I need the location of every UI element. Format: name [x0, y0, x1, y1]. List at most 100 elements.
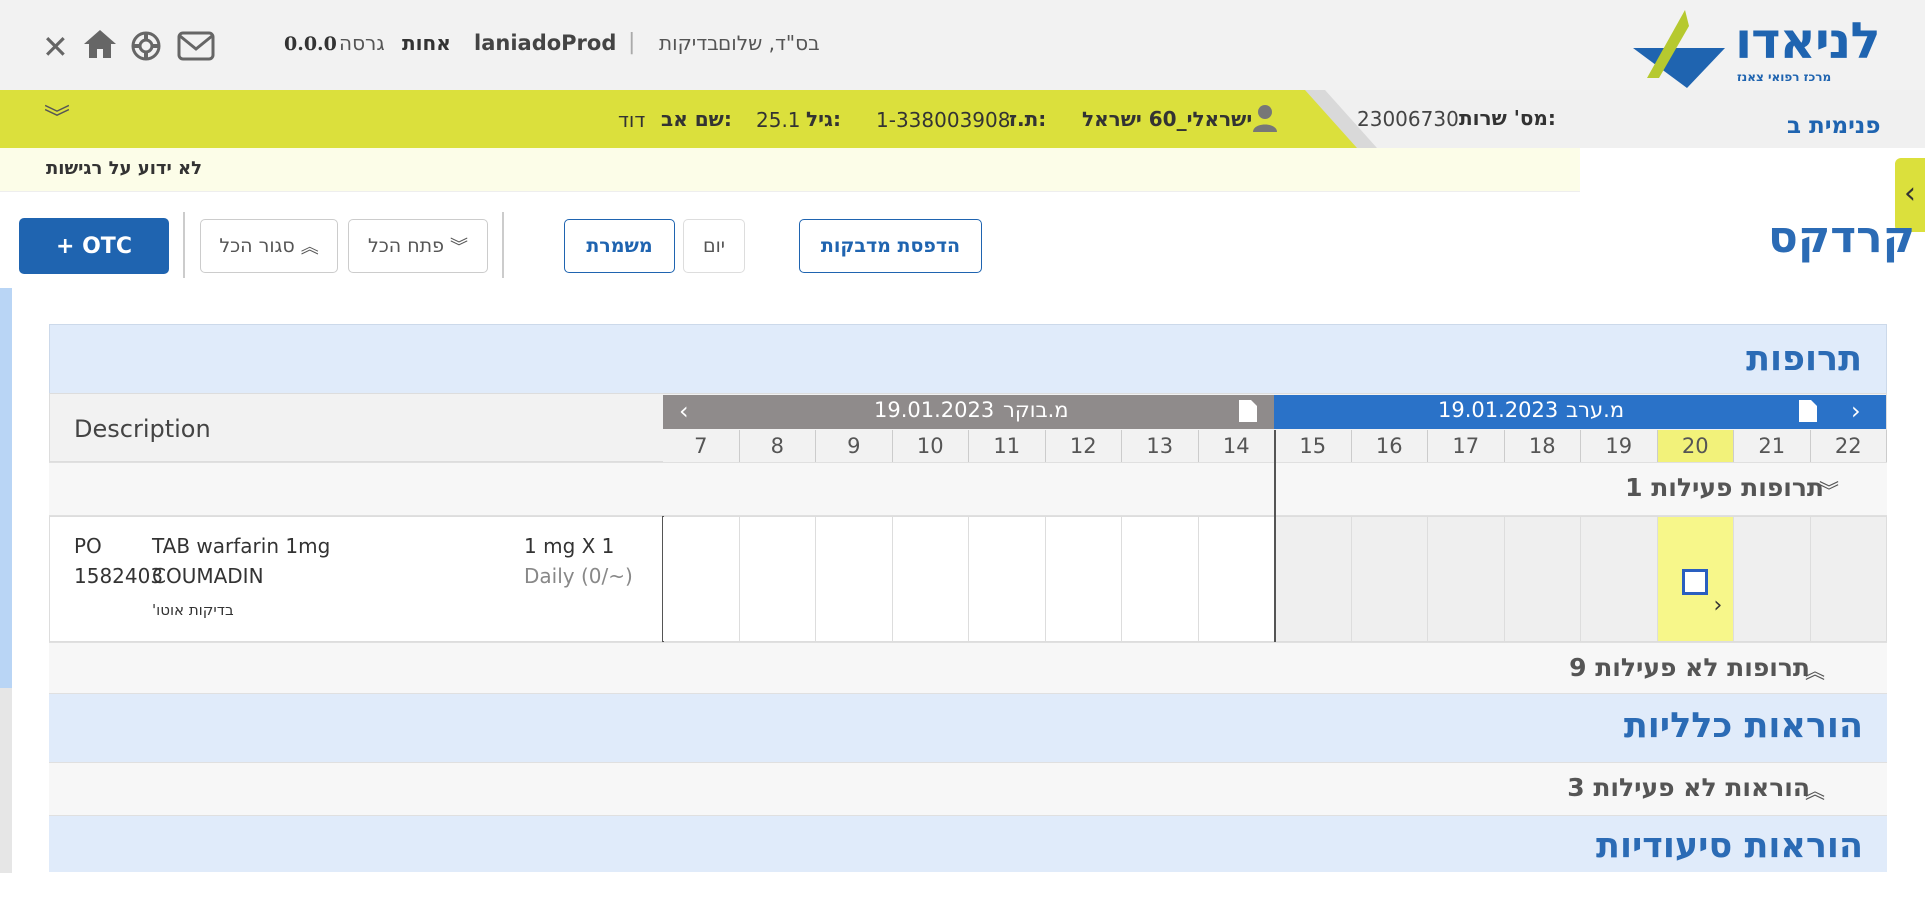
user-name: בדיקות [659, 31, 719, 55]
greeting: בס"ד, שלום [718, 31, 820, 55]
chevron-up-double-icon: ︽ [1805, 779, 1825, 803]
general-inactive-label: 3 הוראות לא פעילות [1567, 773, 1810, 802]
id-value: 1-338003908 [876, 108, 1011, 132]
med-route: PO [74, 534, 102, 558]
age-label: גיל: [806, 107, 841, 131]
general-inactive-group[interactable]: 3 הוראות לא פעילות ︽ [49, 762, 1887, 816]
chevron-down-double-icon: ︾ [450, 237, 469, 258]
shift-divider [1274, 430, 1276, 642]
meds-section-header[interactable]: תרופות [49, 324, 1887, 394]
general-section-header[interactable]: הוראות כלליות [49, 694, 1887, 762]
nursing-section-header[interactable]: הוראות סיעודיות [49, 816, 1887, 872]
help-lifebuoy-icon[interactable] [131, 31, 161, 65]
schedule-cell-20[interactable]: › [1657, 517, 1734, 641]
expand-patient-icon[interactable]: ︾ [44, 98, 70, 135]
environment-name: laniadoProd [474, 31, 617, 55]
schedule-cell-13[interactable] [1122, 517, 1199, 641]
description-header: Description [74, 415, 211, 443]
open-all-button[interactable]: פתח הכל ︾ [348, 219, 488, 273]
med-frequency: Daily (0/~) [524, 564, 633, 588]
close-icon[interactable]: ✕ [42, 28, 69, 66]
user-role: אחות [402, 31, 451, 55]
id-label: ת.ז: [1009, 107, 1047, 131]
schedule-cell-12[interactable] [1045, 517, 1122, 641]
service-label: מס' שרות: [1459, 106, 1556, 130]
shift-button[interactable]: משמרת [564, 219, 675, 273]
schedule-cell-10[interactable] [892, 517, 969, 641]
left-scrollbar[interactable] [0, 288, 12, 688]
hour-cell-22: 22 [1810, 430, 1887, 462]
chevron-up-double-icon: ︽ [1805, 659, 1825, 683]
day-button[interactable]: יום [683, 219, 745, 273]
page-title: קרדקס [1768, 212, 1916, 263]
left-scrollbar-track [0, 688, 12, 873]
hour-cell-19: 19 [1581, 430, 1658, 462]
logo-subtext: מרכז רפואי צאנז [1737, 70, 1832, 84]
divider: | [628, 30, 636, 55]
print-labels-label: הדפסת מדבקות [820, 235, 961, 257]
patient-name: ישראלי_60 ישראל [1082, 107, 1253, 131]
hour-cell-18: 18 [1504, 430, 1581, 462]
med-code: 1582403 [74, 564, 164, 588]
chevron-right-icon[interactable]: › [1714, 593, 1723, 618]
morning-prev-arrow[interactable]: ‹ [679, 397, 689, 425]
hour-cell-10: 10 [892, 430, 969, 462]
meds-title: תרופות [1746, 339, 1862, 379]
schedule-cell-8[interactable] [739, 517, 816, 641]
active-meds-label: 1 תרופות פעילות [1625, 473, 1824, 502]
hour-cell-17: 17 [1428, 430, 1505, 462]
morning-date: 19.01.2023 [874, 398, 995, 422]
allergy-strip: לא ידוע על רגישות [0, 148, 1580, 192]
otc-button[interactable]: + OTC [19, 218, 169, 274]
father-value: דוד [618, 108, 646, 132]
department-name: פנימית ב [1787, 113, 1881, 139]
active-meds-group[interactable]: 1 תרופות פעילות ︾ [49, 462, 1887, 516]
evening-doc-icon[interactable] [1799, 400, 1817, 426]
evening-next-arrow[interactable]: › [1851, 397, 1861, 425]
schedule-cell-14[interactable] [1198, 517, 1275, 641]
version-value: 0.0.0 [284, 33, 337, 55]
inactive-meds-group[interactable]: 9 תרופות לא פעילות ︽ [49, 642, 1887, 694]
print-labels-button[interactable]: הדפסת מדבקות [799, 219, 982, 273]
hour-cell-12: 12 [1045, 430, 1122, 462]
general-title: הוראות כלליות [1623, 706, 1863, 746]
otc-label: + OTC [56, 233, 132, 259]
schedule-cell-18[interactable] [1504, 517, 1581, 641]
father-label: שם אב: [661, 107, 732, 131]
morning-shift-label: מ.בוקר [1003, 398, 1069, 422]
hour-cell-8: 8 [739, 430, 816, 462]
evening-date: 19.01.2023 [1438, 398, 1559, 422]
logo-text: לניאדו [1735, 12, 1881, 70]
schedule-cell-21[interactable] [1734, 517, 1811, 641]
schedule-cell-7[interactable] [663, 517, 740, 641]
home-icon[interactable] [82, 28, 118, 64]
service-number: 23006730 [1357, 107, 1459, 131]
hour-cell-21: 21 [1734, 430, 1811, 462]
schedule-cell-17[interactable] [1428, 517, 1505, 641]
hour-cell-14: 14 [1198, 430, 1275, 462]
hour-cell-9: 9 [816, 430, 893, 462]
med-brand: COUMADIN [152, 564, 264, 588]
schedule-cell-15[interactable] [1275, 517, 1352, 641]
schedule-cell-9[interactable] [816, 517, 893, 641]
open-all-label: פתח הכל [367, 235, 445, 257]
hour-cell-11: 11 [969, 430, 1046, 462]
person-icon [1251, 104, 1279, 136]
day-label: יום [702, 235, 726, 257]
schedule-cell-11[interactable] [969, 517, 1046, 641]
hour-cell-16: 16 [1351, 430, 1428, 462]
version-label: גרסה [339, 31, 385, 55]
mail-icon[interactable] [177, 31, 215, 65]
administration-checkbox[interactable] [1681, 569, 1708, 595]
close-all-button[interactable]: ︽ סגור הכל [200, 219, 338, 273]
med-drug: TAB warfarin 1mg [152, 534, 331, 558]
schedule-cell-16[interactable] [1351, 517, 1428, 641]
age-value: 25.1 [756, 108, 801, 132]
schedule-cell-19[interactable] [1581, 517, 1658, 641]
chevron-up-double-icon: ︽ [300, 237, 319, 258]
hour-cell-15: 15 [1275, 430, 1352, 462]
hour-cell-13: 13 [1122, 430, 1199, 462]
schedule-cell-22[interactable] [1810, 517, 1887, 641]
hour-cell-7: 7 [663, 430, 740, 462]
morning-doc-icon[interactable] [1239, 400, 1257, 426]
